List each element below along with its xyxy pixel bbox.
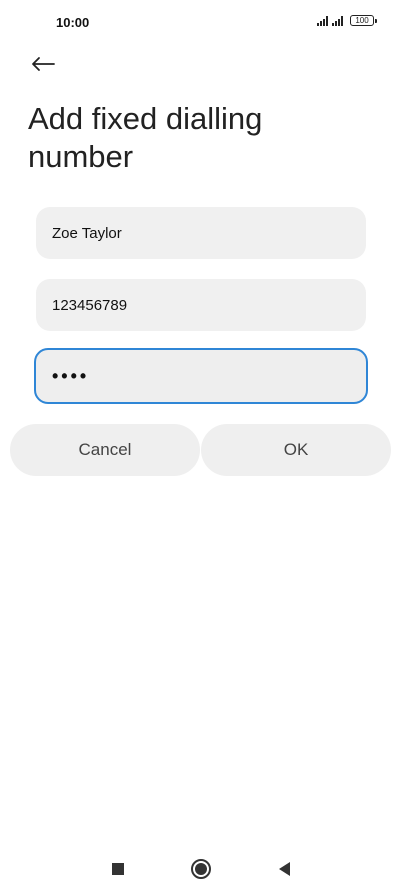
home-button[interactable]: [189, 857, 213, 881]
nav-back-button[interactable]: [272, 857, 296, 881]
signal-icon: [332, 15, 343, 26]
status-icons: 100: [317, 15, 377, 26]
pin2-field-value: ••••: [52, 365, 90, 386]
battery-icon: 100: [350, 15, 377, 26]
name-field-value: Zoe Taylor: [52, 224, 122, 242]
arrow-left-icon: [32, 57, 55, 71]
number-field-value: 123456789: [52, 296, 128, 314]
screen: 10:00 100 Add fixed dialling number Zoe …: [0, 0, 402, 893]
ok-button-label: OK: [283, 440, 309, 459]
navigation-bar: [0, 845, 402, 893]
signal-icon: [317, 15, 328, 26]
page-title: Add fixed dialling number: [28, 101, 263, 174]
back-button[interactable]: [28, 50, 58, 78]
triangle-back-icon: [279, 862, 290, 876]
ok-button[interactable]: OK: [201, 424, 391, 476]
square-recents-icon: [112, 863, 124, 875]
pin2-field[interactable]: ••••: [34, 348, 368, 404]
cancel-button[interactable]: Cancel: [10, 424, 200, 476]
circle-home-icon: [191, 859, 211, 879]
cancel-button-label: Cancel: [78, 440, 132, 459]
status-bar: 10:00 100: [0, 0, 402, 48]
name-field[interactable]: Zoe Taylor: [36, 207, 366, 259]
status-time: 10:00: [56, 15, 90, 30]
number-field[interactable]: 123456789: [36, 279, 366, 331]
recents-button[interactable]: [106, 857, 130, 881]
